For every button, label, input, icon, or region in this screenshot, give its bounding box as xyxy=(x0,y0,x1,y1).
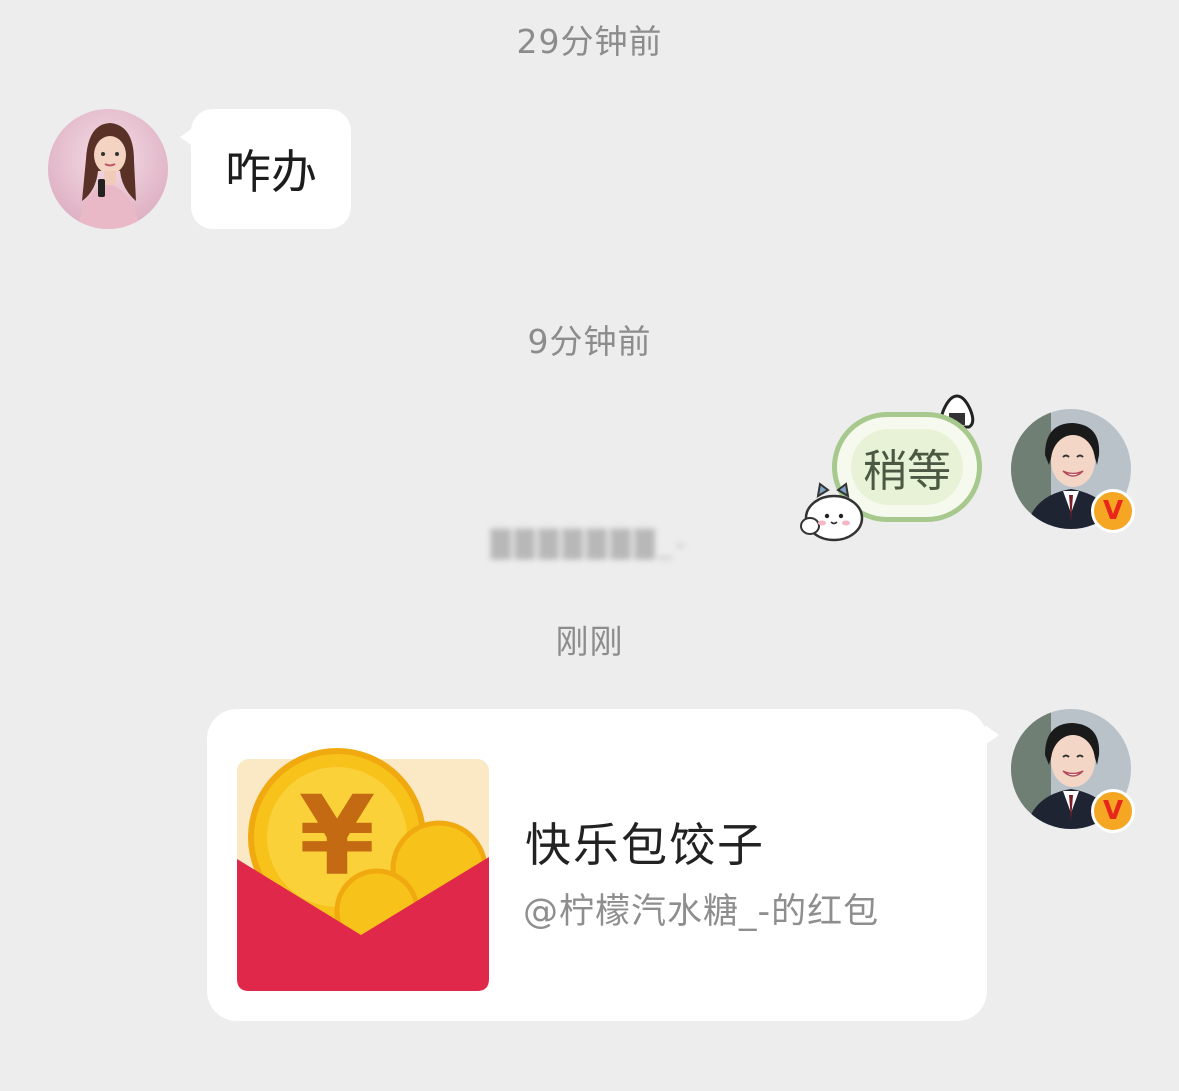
avatar-right-1[interactable]: V xyxy=(1011,409,1135,533)
timestamp-29-min: 29分钟前 xyxy=(516,22,663,61)
avatar-right-2[interactable]: V xyxy=(1011,709,1135,833)
red-envelope-icon: ¥ xyxy=(237,748,489,991)
blurred-sender-caption: ███████_- xyxy=(490,530,690,560)
avatar-left[interactable] xyxy=(48,109,168,229)
received-message-text: 咋办 xyxy=(225,145,317,199)
avatar-woman-icon xyxy=(48,109,168,229)
timestamp-just-now: 刚刚 xyxy=(555,622,624,661)
red-packet-subtitle: @柠檬汽水糖_-的红包 xyxy=(523,892,880,932)
timestamp-9-min: 9分钟前 xyxy=(527,322,652,361)
red-packet-card[interactable]: ¥ 快乐包饺子 @柠檬汽水糖_-的红包 xyxy=(207,709,999,1021)
chiikawa-sticker-icon xyxy=(800,482,864,542)
sticker-text: 稍等 xyxy=(863,446,951,497)
verified-badge-icon: V xyxy=(1091,789,1135,833)
verified-badge-icon: V xyxy=(1091,489,1135,533)
red-packet-title: 快乐包饺子 xyxy=(525,818,765,872)
received-message-bubble[interactable]: 咋办 xyxy=(180,109,351,229)
